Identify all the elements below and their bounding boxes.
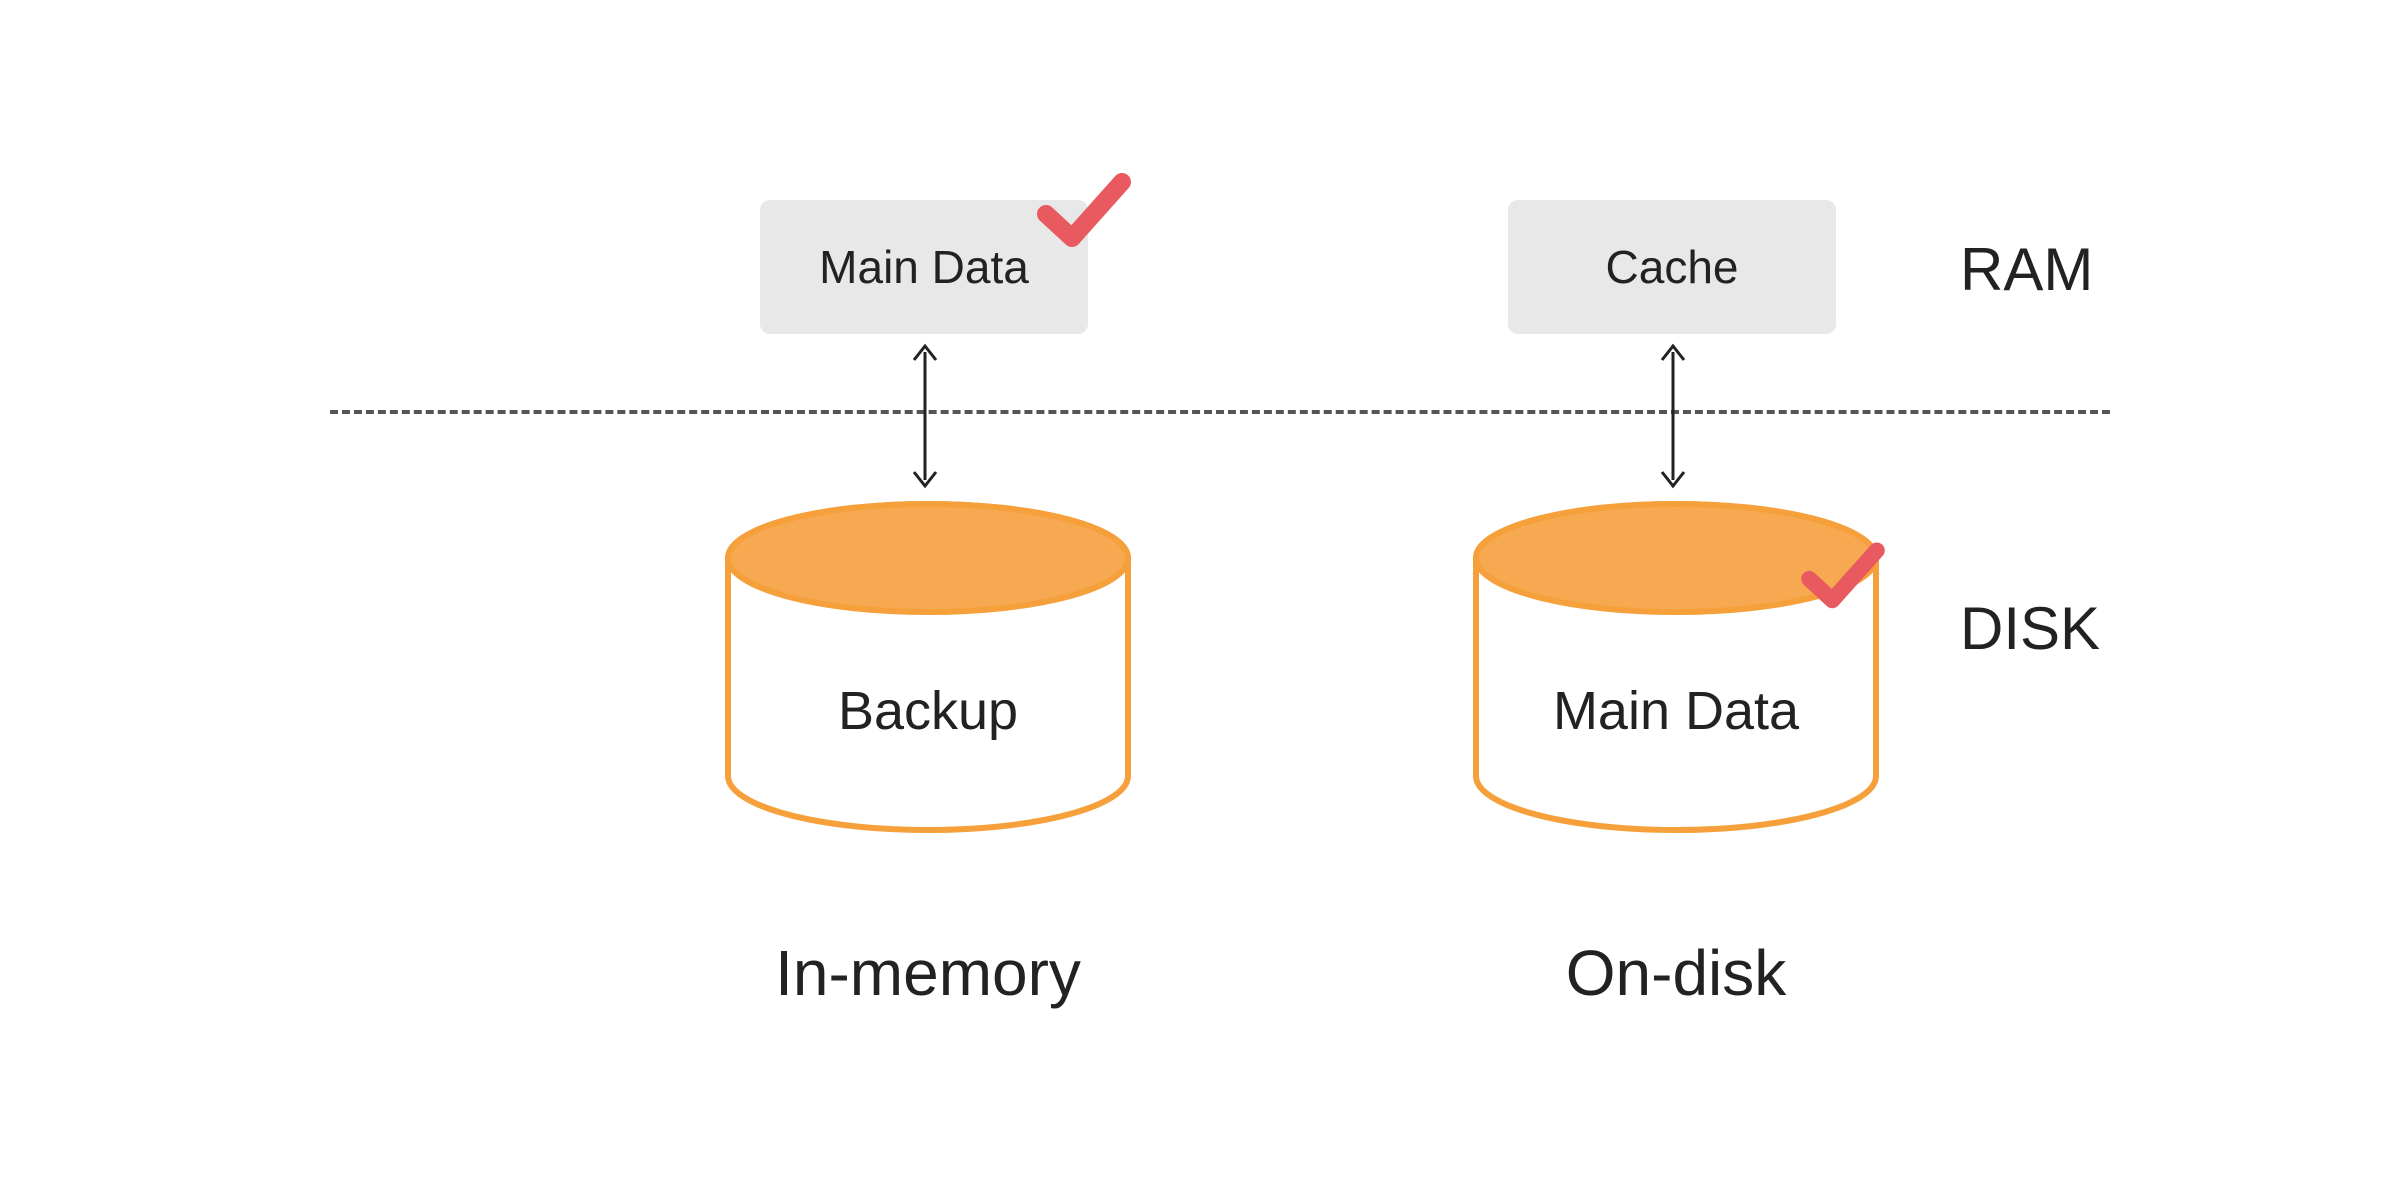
column-title-left: In-memory	[678, 936, 1178, 1010]
disk-cylinder-left	[720, 498, 1136, 838]
bi-arrow-icon	[910, 338, 940, 494]
disk-row-label: DISK	[1960, 594, 2100, 663]
disk-cylinder-right	[1468, 498, 1884, 838]
ram-box-right: Cache	[1508, 200, 1836, 334]
ram-row-label: RAM	[1960, 235, 2093, 304]
column-title-right: On-disk	[1426, 936, 1926, 1010]
ram-disk-divider	[330, 410, 2110, 414]
ram-box-right-label: Cache	[1606, 240, 1739, 294]
bi-arrow-icon	[1658, 338, 1688, 494]
disk-cylinder-left-label: Backup	[728, 680, 1128, 742]
disk-cylinder-right-label: Main Data	[1476, 680, 1876, 742]
ram-box-left-label: Main Data	[819, 240, 1029, 294]
ram-box-left: Main Data	[760, 200, 1088, 334]
